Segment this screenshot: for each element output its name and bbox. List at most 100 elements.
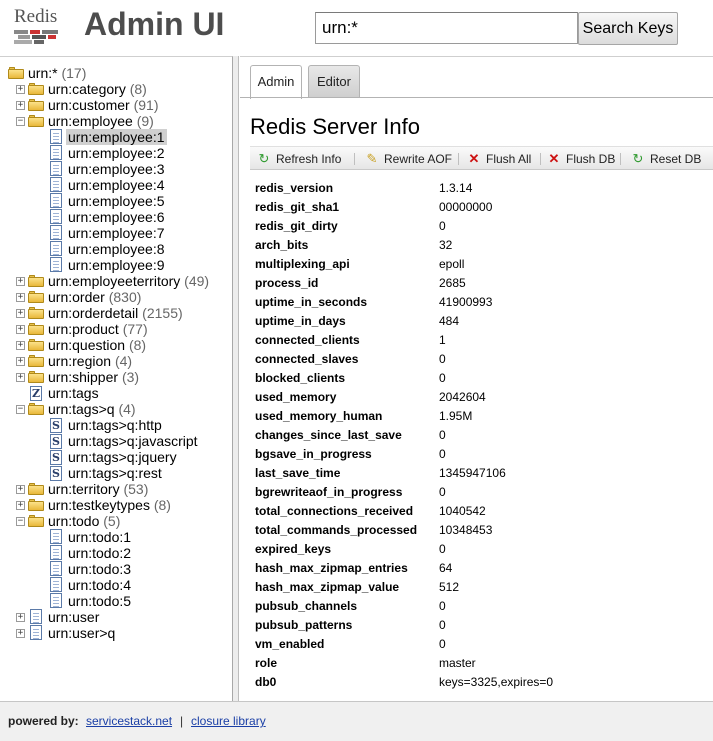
tree-folder[interactable]: + urn:customer (91)	[0, 97, 232, 113]
tree-item[interactable]: urn:employee:3	[0, 161, 232, 177]
refresh-info-button[interactable]: ↻ Refresh Info	[256, 150, 342, 168]
tab-admin[interactable]: Admin	[250, 65, 302, 99]
flush-all-button[interactable]: ✕ Flush All	[466, 150, 532, 168]
set-icon: S	[48, 450, 64, 465]
tree-folder[interactable]: − urn:tags>q (4)	[0, 401, 232, 417]
expand-icon[interactable]: +	[16, 325, 25, 334]
info-value: 41900993	[439, 295, 493, 309]
expand-icon[interactable]: +	[16, 485, 25, 494]
tree-item[interactable]: Surn:tags>q:rest	[0, 465, 232, 481]
tree-item[interactable]: + urn:user>q	[0, 625, 232, 641]
expand-icon[interactable]: +	[16, 373, 25, 382]
tree-item[interactable]: urn:todo:1	[0, 529, 232, 545]
expand-icon[interactable]: +	[16, 101, 25, 110]
info-row: uptime_in_seconds 41900993	[255, 293, 705, 312]
tree-item[interactable]: urn:todo:2	[0, 545, 232, 561]
tree-item[interactable]: urn:employee:4	[0, 177, 232, 193]
tree-item[interactable]: urn:employee:6	[0, 209, 232, 225]
expand-icon[interactable]: +	[16, 613, 25, 622]
tree-folder[interactable]: − urn:employee (9)	[0, 113, 232, 129]
tree-key-name: urn:tags>q:jquery	[68, 449, 177, 465]
expand-icon[interactable]: +	[16, 85, 25, 94]
tab-editor[interactable]: Editor	[308, 65, 360, 97]
tree-item[interactable]: urn:employee:9	[0, 257, 232, 273]
tree-folder[interactable]: − urn:todo (5)	[0, 513, 232, 529]
info-key: bgrewriteaof_in_progress	[255, 485, 403, 499]
info-value: 1040542	[439, 504, 486, 518]
panel-splitter[interactable]	[233, 56, 239, 701]
document-icon	[48, 545, 64, 560]
flush-db-button[interactable]: ✕ Flush DB	[546, 150, 616, 168]
collapse-icon[interactable]: −	[16, 517, 25, 526]
expand-icon[interactable]: +	[16, 293, 25, 302]
tree-key-name: urn:testkeytypes	[48, 497, 150, 513]
tree-item[interactable]: Surn:tags>q:javascript	[0, 433, 232, 449]
tree-item[interactable]: Surn:tags>q:jquery	[0, 449, 232, 465]
tree-item[interactable]: urn:todo:4	[0, 577, 232, 593]
collapse-icon[interactable]: −	[16, 117, 25, 126]
document-icon	[48, 193, 64, 208]
rewrite-aof-button[interactable]: ✎ Rewrite AOF	[364, 150, 452, 168]
tree-item[interactable]: urn:employee:5	[0, 193, 232, 209]
tree-folder[interactable]: + urn:question (8)	[0, 337, 232, 353]
tree-key-name: urn:todo	[48, 513, 100, 529]
reset-db-button[interactable]: ↻ Reset DB	[630, 150, 702, 168]
tree-item[interactable]: Zurn:tags	[0, 385, 232, 401]
tree-item[interactable]: urn:todo:3	[0, 561, 232, 577]
tree-folder[interactable]: + urn:category (8)	[0, 81, 232, 97]
folder-open-icon	[8, 66, 24, 80]
info-value: 484	[439, 314, 460, 328]
info-value: 32	[439, 238, 453, 252]
tree-item[interactable]: urn:employee:7	[0, 225, 232, 241]
info-row: used_memory_human 1.95M	[255, 407, 705, 426]
tree-item[interactable]: Surn:tags>q:http	[0, 417, 232, 433]
expand-icon[interactable]: +	[16, 501, 25, 510]
servicestack-link[interactable]: servicestack.net	[86, 714, 172, 728]
expand-icon[interactable]: +	[16, 357, 25, 366]
tree-folder[interactable]: + urn:product (77)	[0, 321, 232, 337]
key-tree: urn:* (17) + urn:category (8) + urn:customer…	[0, 65, 232, 641]
tree-key-name: urn:employee:9	[68, 257, 165, 273]
info-row: total_commands_processed 10348453	[255, 521, 705, 540]
tree-key-name: urn:employee:1	[68, 129, 165, 145]
tree-key-name: urn:territory	[48, 481, 120, 497]
info-row: bgrewriteaof_in_progress 0	[255, 483, 705, 502]
info-value: 0	[439, 447, 446, 461]
info-key: expired_keys	[255, 542, 332, 556]
tree-item[interactable]: urn:employee:8	[0, 241, 232, 257]
tree-key-name: urn:todo:4	[68, 577, 132, 593]
info-key: bgsave_in_progress	[255, 447, 372, 461]
tree-folder[interactable]: + urn:region (4)	[0, 353, 232, 369]
tree-folder[interactable]: + urn:shipper (3)	[0, 369, 232, 385]
info-row: total_connections_received 1040542	[255, 502, 705, 521]
expand-icon[interactable]: +	[16, 629, 25, 638]
info-value: 1	[439, 333, 446, 347]
tree-folder[interactable]: + urn:orderdetail (2155)	[0, 305, 232, 321]
rewrite-aof-label: Rewrite AOF	[384, 152, 453, 166]
tree-folder[interactable]: + urn:order (830)	[0, 289, 232, 305]
expand-icon[interactable]: +	[16, 341, 25, 350]
tree-item[interactable]: urn:employee:2	[0, 145, 232, 161]
info-row: redis_git_sha1 00000000	[255, 198, 705, 217]
expand-icon[interactable]: +	[16, 277, 25, 286]
tree-folder[interactable]: + urn:testkeytypes (8)	[0, 497, 232, 513]
tree-folder[interactable]: + urn:territory (53)	[0, 481, 232, 497]
document-icon	[48, 577, 64, 592]
search-input[interactable]	[315, 12, 578, 44]
tree-folder[interactable]: urn:* (17)	[0, 65, 232, 81]
info-value: 64	[439, 561, 453, 575]
closure-library-link[interactable]: closure library	[191, 714, 266, 728]
search-keys-button[interactable]: Search Keys	[578, 12, 678, 45]
expand-icon[interactable]: +	[16, 309, 25, 318]
tree-item[interactable]: urn:todo:5	[0, 593, 232, 609]
collapse-icon[interactable]: −	[16, 405, 25, 414]
tree-item[interactable]: urn:employee:1	[0, 129, 232, 145]
info-key: connected_clients	[255, 333, 360, 347]
info-key: process_id	[255, 276, 319, 290]
tree-folder[interactable]: + urn:employeeterritory (49)	[0, 273, 232, 289]
info-key: connected_slaves	[255, 352, 359, 366]
info-key: uptime_in_seconds	[255, 295, 368, 309]
tree-item-label: urn:category (8)	[46, 81, 149, 97]
info-key: changes_since_last_save	[255, 428, 402, 442]
tree-item[interactable]: + urn:user	[0, 609, 232, 625]
